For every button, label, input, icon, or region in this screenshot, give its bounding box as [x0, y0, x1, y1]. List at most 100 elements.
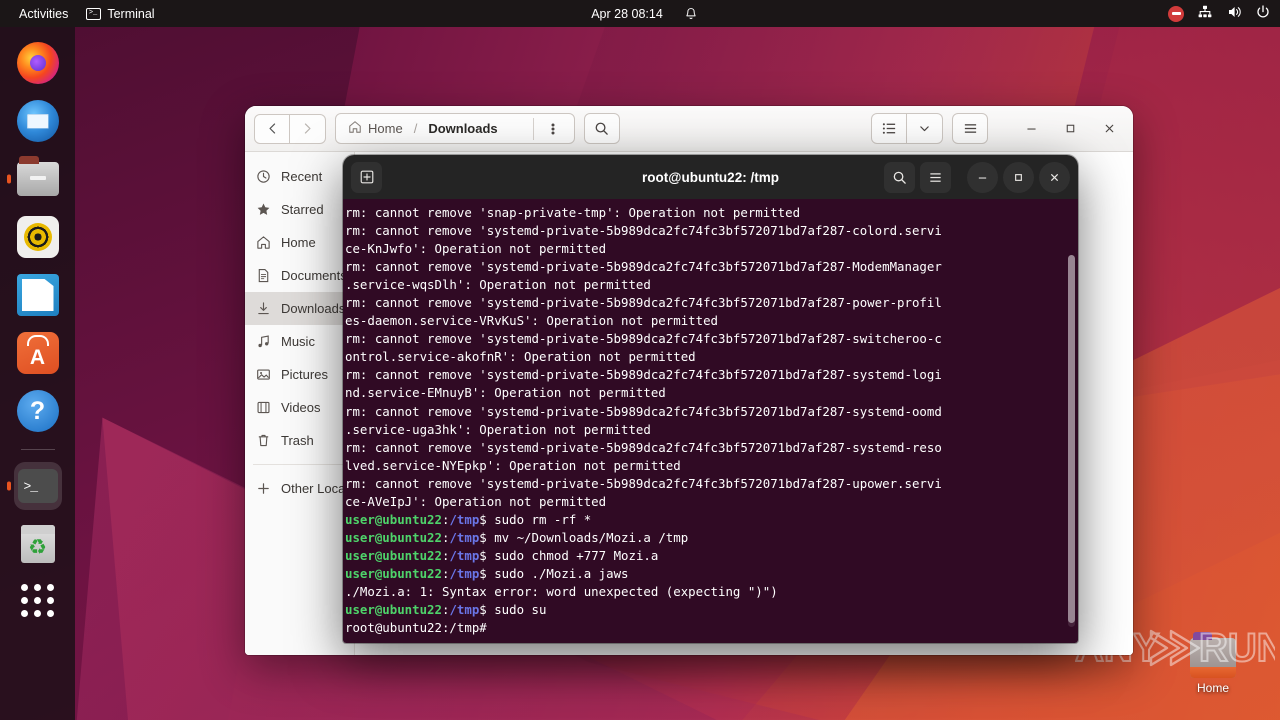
files-folder-icon: [16, 156, 59, 196]
terminal-span-path: /tmp: [449, 529, 480, 545]
dock-item-thunderbird[interactable]: [14, 97, 62, 145]
dock-item-firefox[interactable]: [14, 39, 62, 87]
terminal-line: user@ubuntu22:/tmp$ mv ~/Downloads/Mozi.…: [345, 529, 1078, 547]
files-maximize-button[interactable]: [1055, 114, 1085, 144]
terminal-line: ./Mozi.a: 1: Syntax error: word unexpect…: [345, 583, 1078, 601]
app-menu-button[interactable]: >_ Terminal: [77, 3, 163, 25]
terminal-titlebar[interactable]: root@ubuntu22: /tmp: [343, 155, 1078, 199]
files-close-button[interactable]: [1094, 114, 1124, 144]
top-bar-left: Activities >_ Terminal: [0, 3, 164, 25]
sidebar-item-downloads[interactable]: Downloads: [245, 292, 354, 325]
breadcrumb[interactable]: Home / Downloads: [335, 113, 575, 144]
forward-button[interactable]: [290, 113, 326, 144]
terminal-span-user: user@ubuntu22: [345, 602, 442, 618]
list-view-button[interactable]: [871, 113, 907, 144]
sidebar-item-home[interactable]: Home: [245, 226, 354, 259]
view-mode-group: [871, 113, 943, 144]
terminal-span-plain: $ sudo ./Mozi.a jaws: [479, 565, 629, 581]
network-wired-icon[interactable]: [1197, 4, 1213, 23]
download-icon: [255, 301, 272, 316]
terminal-close-button[interactable]: [1039, 161, 1070, 193]
new-tab-button[interactable]: [351, 161, 382, 193]
sidebar-item-starred[interactable]: Starred: [245, 193, 354, 226]
terminal-span-plain: rm: cannot remove 'systemd-private-5b989…: [345, 331, 942, 347]
files-minimize-button[interactable]: [1016, 114, 1046, 144]
terminal-span-plain: rm: cannot remove 'snap-private-tmp': Op…: [345, 205, 801, 220]
path-menu-button[interactable]: [534, 114, 572, 143]
files-window-titlebar[interactable]: Home / Downloads: [245, 106, 1133, 152]
sidebar-label-videos: Videos: [281, 400, 321, 415]
dock-divider: [20, 449, 55, 450]
sidebar-label-recent: Recent: [281, 169, 323, 184]
terminal-line: ontrol.service-akofnR': Operation not pe…: [345, 348, 1078, 366]
dock-item-files[interactable]: [14, 155, 62, 203]
breadcrumb-item-home[interactable]: Home: [338, 115, 413, 142]
view-dropdown-button[interactable]: [907, 113, 943, 144]
terminal-line: .service-wqsDlh': Operation not permitte…: [345, 276, 1078, 294]
terminal-line: user@ubuntu22:/tmp$ sudo rm -rf *: [345, 511, 1078, 529]
ubuntu-dock: >_: [0, 27, 75, 720]
sidebar-item-recent[interactable]: Recent: [245, 160, 354, 193]
terminal-line: rm: cannot remove 'snap-private-tmp': Op…: [345, 204, 1078, 222]
sidebar-label-documents: Documents: [281, 268, 347, 283]
trash-icon: [255, 433, 272, 448]
sidebar-label-music: Music: [281, 334, 315, 349]
terminal-span-path: /tmp: [449, 547, 480, 563]
terminal-menu-button[interactable]: [920, 161, 951, 193]
terminal-icon: >_: [86, 7, 102, 20]
star-icon: [255, 202, 272, 217]
terminal-span-plain: nd.service-EMnuyB': Operation not permit…: [345, 385, 666, 401]
terminal-output-area[interactable]: rm: cannot remove 'snap-private-tmp': Op…: [343, 199, 1078, 643]
terminal-span-plain: $ sudo su: [479, 602, 547, 618]
terminal-span-plain: ./Mozi.a: 1: Syntax error: word unexpect…: [345, 583, 778, 599]
dock-item-ubuntu-software[interactable]: [14, 329, 62, 377]
terminal-scrollbar-thumb[interactable]: [1068, 255, 1075, 623]
show-applications-button[interactable]: [20, 584, 55, 618]
dock-item-terminal[interactable]: >_: [13, 462, 62, 510]
terminal-minimize-button[interactable]: [967, 161, 998, 193]
terminal-icon: >_: [17, 469, 58, 503]
terminal-line: lved.service-NYEpkp': Operation not perm…: [345, 457, 1078, 475]
breadcrumb-label-downloads: Downloads: [428, 121, 498, 136]
terminal-line: rm: cannot remove 'systemd-private-5b989…: [345, 330, 1078, 348]
terminal-maximize-button[interactable]: [1003, 161, 1034, 193]
sidebar-item-trash[interactable]: Trash: [245, 424, 354, 457]
terminal-line: user@ubuntu22:/tmp$ sudo ./Mozi.a jaws: [345, 565, 1078, 583]
firefox-icon: [16, 42, 59, 84]
breadcrumb-item-downloads[interactable]: Downloads: [418, 115, 507, 142]
speaker-icon[interactable]: [1226, 4, 1242, 23]
terminal-span-plain: rm: cannot remove 'systemd-private-5b989…: [345, 259, 942, 275]
dock-item-trash[interactable]: [14, 520, 62, 568]
record-stop-icon[interactable]: [1168, 5, 1184, 22]
dock-item-rhythmbox[interactable]: [14, 213, 62, 261]
sidebar-label-pictures: Pictures: [281, 367, 328, 382]
sidebar-item-videos[interactable]: Videos: [245, 391, 354, 424]
search-button[interactable]: [583, 113, 620, 144]
terminal-span-plain: es-daemon.service-VRvKuS': Operation not…: [345, 313, 718, 329]
screen: Home Home / Downloads Recent Starred Hom…: [0, 0, 1280, 720]
terminal-window[interactable]: root@ubuntu22: /tmp rm: cannot remove 's…: [343, 155, 1078, 643]
terminal-span-user: user@ubuntu22: [345, 511, 442, 527]
sidebar-item-music[interactable]: Music: [245, 325, 354, 358]
dock-item-help[interactable]: [14, 387, 62, 435]
main-menu-button[interactable]: [952, 113, 988, 144]
sidebar-item-pictures[interactable]: Pictures: [245, 358, 354, 391]
activities-button[interactable]: Activities: [10, 3, 77, 25]
dock-item-libreoffice-writer[interactable]: [14, 271, 62, 319]
bell-icon[interactable]: [684, 7, 698, 21]
sidebar-item-documents[interactable]: Documents: [245, 259, 354, 292]
home-folder-icon: [1190, 632, 1236, 678]
terminal-span-path: /tmp: [449, 602, 480, 618]
clock-button[interactable]: Apr 28 08:14: [582, 3, 672, 25]
terminal-search-button[interactable]: [884, 161, 915, 193]
terminal-span-path: /tmp: [449, 565, 480, 581]
power-icon[interactable]: [1255, 4, 1271, 23]
terminal-line: rm: cannot remove 'systemd-private-5b989…: [345, 294, 1078, 312]
terminal-span-plain: rm: cannot remove 'systemd-private-5b989…: [345, 403, 942, 419]
home-icon: [348, 120, 362, 137]
back-button[interactable]: [254, 113, 290, 144]
terminal-span-user: user@ubuntu22: [345, 547, 442, 563]
sidebar-item-other-locations[interactable]: Other Locations: [245, 472, 373, 505]
desktop-icon-home[interactable]: Home: [1176, 632, 1250, 695]
activities-label: Activities: [19, 6, 69, 21]
